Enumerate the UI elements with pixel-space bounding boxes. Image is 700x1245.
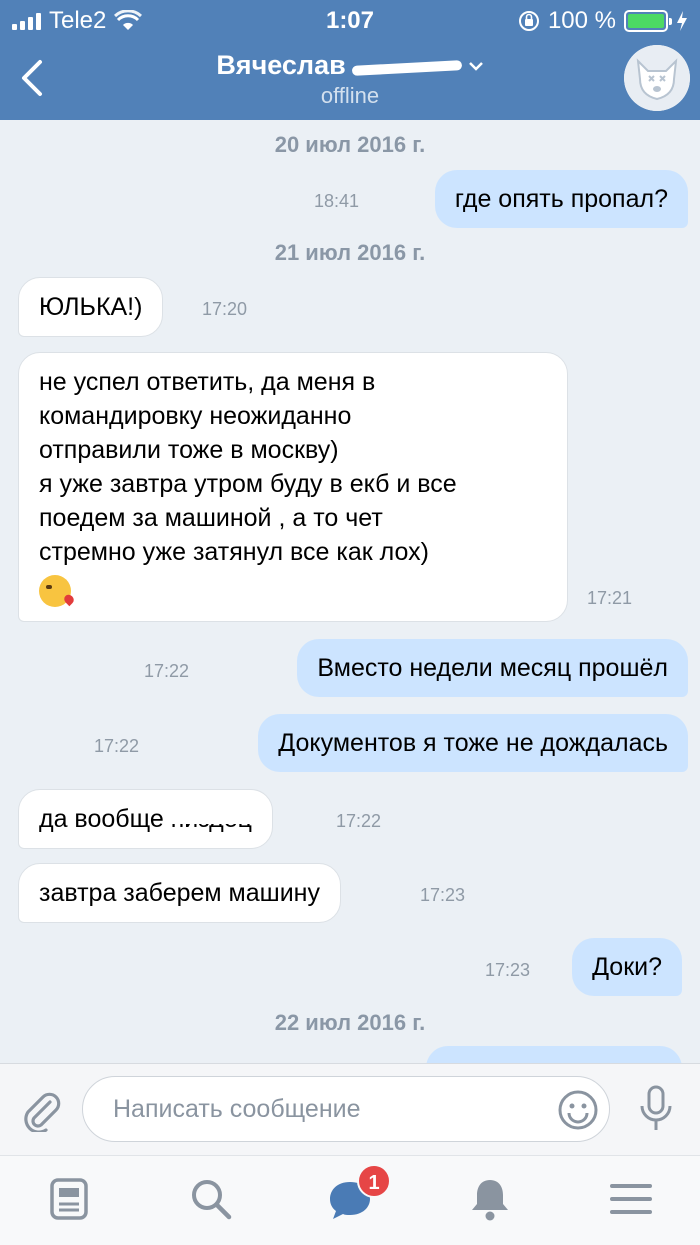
smiley-icon[interactable] [557,1089,599,1131]
battery-percent: 100 % [547,7,616,34]
chat-title[interactable]: Вячеслав offline [0,50,700,109]
tab-bar [0,1155,700,1245]
message-line: поедем за машиной , а то чет [39,504,383,532]
chevron-down-icon [468,61,483,71]
avatar[interactable] [624,45,690,111]
message-time: 18:41 [314,191,360,211]
unread-badge: 1 [357,1164,391,1198]
header-bar: Tele2 1:07 100 % Вячеслав offline [0,0,700,120]
orientation-lock-icon [518,11,539,31]
message-bubble: Вместо недели месяц прошёл [297,639,688,697]
status-bar: Tele2 1:07 100 % [0,0,700,40]
message-outgoing[interactable]: где опять пропал? [434,170,688,228]
message-line: отправили тоже в москву) [39,436,339,464]
message-input-placeholder: Написать сообщение [113,1095,361,1123]
contact-name: Вячеслав [216,50,346,80]
message-incoming[interactable]: не успел ответить, да меня в командировк… [18,352,568,622]
notifications-icon[interactable] [465,1174,515,1224]
message-bubble: Доки? [572,938,682,996]
search-icon[interactable] [186,1174,236,1224]
message-bubble: завтра заберем машину [18,863,341,923]
message-outgoing[interactable]: Вместо недели месяц прошёл [297,639,688,697]
message-time: 17:22 [144,661,190,681]
message-incoming[interactable]: да вообще пиздец [18,789,273,849]
charging-icon [677,11,687,31]
message-bubble: да вообще пиздец [18,789,273,849]
message-line: не успел ответить, да меня в [39,368,376,396]
message-bubble: Документов я тоже не дождалась [258,714,688,772]
message-composer: Написать сообщение [0,1063,700,1155]
message-time: 17:23 [485,960,531,980]
message-line: командировку неожиданно [39,402,352,430]
microphone-icon[interactable] [638,1084,674,1134]
battery-icon [624,10,672,32]
message-outgoing[interactable]: Документов я тоже не дождалась [258,714,688,772]
message-outgoing[interactable]: Доки? [572,938,682,996]
date-separator: 20 июл 2016 г. [274,132,426,157]
dog-avatar-icon [624,45,690,111]
message-time: 17:21 [587,588,633,608]
message-line: стремно уже затянул все как лох) [39,538,429,566]
kissing-face-emoji [39,575,71,608]
message-text: да вообще [39,805,164,833]
message-bubble: где опять пропал? [434,170,688,228]
redacted-word: пиздец [170,802,253,836]
date-separator: 22 июл 2016 г. [274,1010,426,1035]
message-bubble: ЮЛЬКА!) [18,277,164,337]
paperclip-icon[interactable] [20,1088,62,1132]
redacted-surname [352,55,462,77]
message-incoming[interactable]: завтра заберем машину [18,863,341,923]
message-input[interactable]: Написать сообщение [82,1076,610,1142]
message-line: я уже завтра утром буду в екб и все [39,470,457,498]
message-time: 17:23 [420,885,466,905]
message-time: 17:22 [336,811,382,831]
message-incoming[interactable]: ЮЛЬКА!) [18,277,164,337]
message-outgoing[interactable] [426,1046,682,1063]
news-icon[interactable] [44,1174,94,1224]
message-time: 17:22 [94,736,140,756]
date-separator: 21 июл 2016 г. [274,240,426,265]
contact-status: offline [320,83,380,108]
message-time: 17:20 [202,299,248,319]
message-bubble: не успел ответить, да меня в командировк… [18,352,568,622]
message-bubble [426,1046,682,1063]
menu-icon[interactable] [606,1174,656,1224]
battery-fill [628,14,664,28]
message-list[interactable]: 20 июл 2016 г. где опять пропал? 18:41 2… [0,120,700,1063]
